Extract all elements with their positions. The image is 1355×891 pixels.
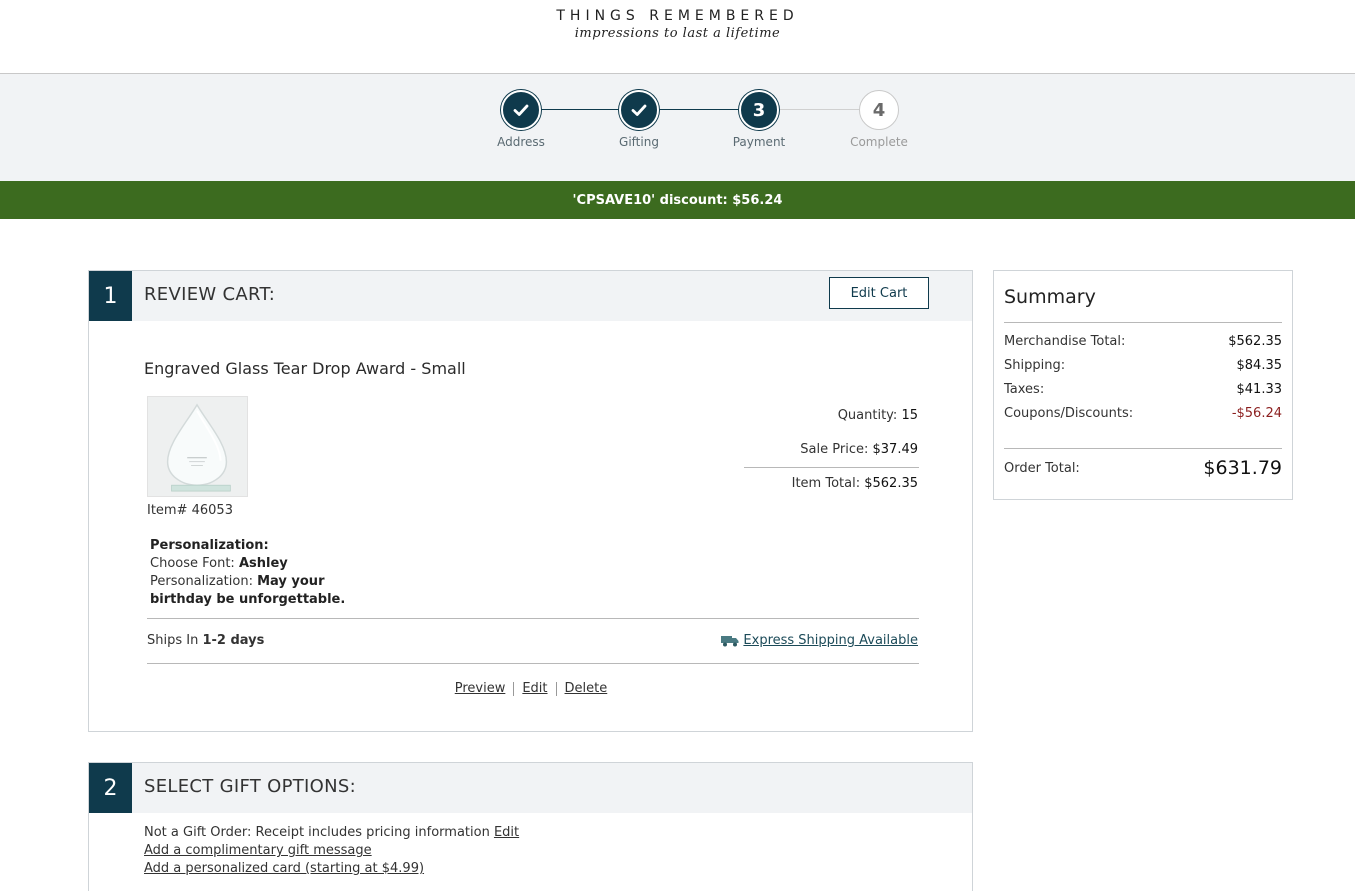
order-total-row: Order Total: $631.79 [1004,457,1282,479]
ships-in-label: Ships In [147,633,199,648]
summary-value-discount: -$56.24 [1231,406,1282,421]
divider [147,618,919,619]
font-label: Choose Font: [150,556,235,571]
glass-award-icon [148,397,247,496]
step-label: Address [497,135,545,149]
section-number: 2 [89,763,132,813]
review-cart-section: 1 REVIEW CART: Edit Cart Engraved Glass … [88,270,973,732]
order-summary: Summary Merchandise Total: $562.35 Shipp… [993,270,1293,500]
ships-in-value: 1-2 days [202,633,265,648]
item-actions: Preview Edit Delete [89,681,973,696]
express-shipping-link[interactable]: Express Shipping Available [721,633,918,648]
express-shipping-label: Express Shipping Available [743,633,918,648]
section-header: 2 SELECT GIFT OPTIONS: [89,763,972,813]
personalized-card-row: Add a personalized card (starting at $4.… [144,861,424,876]
section-title: SELECT GIFT OPTIONS: [144,776,356,797]
brand-name: THINGS REMEMBERED [556,8,799,24]
quantity-value: 15 [901,408,918,423]
brand-tagline: impressions to last a lifetime [574,26,781,41]
personalized-card-link[interactable]: Add a personalized card (starting at $4.… [144,861,424,876]
summary-row-shipping: Shipping: $84.35 [1004,358,1282,373]
not-gift-text: Not a Gift Order: Receipt includes prici… [144,825,490,840]
section-number: 1 [89,271,132,321]
step-label: Gifting [619,135,659,149]
summary-title: Summary [1004,286,1096,308]
step-label: Complete [850,135,908,149]
section-header: 1 REVIEW CART: Edit Cart [89,271,972,321]
order-total-value: $631.79 [1203,457,1282,479]
delete-link[interactable]: Delete [557,681,616,696]
summary-value: $41.33 [1236,382,1283,397]
step-payment: 3 Payment [719,90,799,149]
sale-price-value: $37.49 [872,442,919,457]
personalization-heading: Personalization: [150,538,269,553]
summary-row-taxes: Taxes: $41.33 [1004,382,1282,397]
gift-message-row: Add a complimentary gift message [144,843,372,858]
item-number: Item# 46053 [147,503,233,518]
check-icon [619,90,659,130]
not-gift-order: Not a Gift Order: Receipt includes prici… [144,825,519,840]
product-name[interactable]: Engraved Glass Tear Drop Award - Small [144,359,466,378]
sale-price-row: Sale Price: $37.49 [800,442,918,457]
truck-icon [721,635,739,646]
product-image[interactable] [147,396,248,497]
divider [1004,448,1282,449]
summary-value: $84.35 [1236,358,1283,373]
item-total-value: $562.35 [864,476,918,491]
order-total-label: Order Total: [1004,460,1080,476]
step-address[interactable]: Address [481,90,561,149]
summary-label: Taxes: [1004,382,1045,397]
gift-edit-link[interactable]: Edit [494,825,519,840]
quantity-label: Quantity: [837,408,898,423]
summary-value: $562.35 [1228,334,1282,349]
checkout-progress: Address Gifting 3 Payment 4 Complete [0,74,1355,181]
font-value: Ashley [238,556,288,571]
preview-link[interactable]: Preview [447,681,514,696]
site-header: THINGS REMEMBERED impressions to last a … [0,0,1355,74]
section-title: REVIEW CART: [144,284,276,305]
summary-label: Coupons/Discounts: [1004,406,1134,421]
edit-cart-button[interactable]: Edit Cart [829,277,929,309]
quantity-row: Quantity: 15 [838,408,918,423]
step-label: Payment [732,135,786,149]
brand-logo[interactable]: THINGS REMEMBERED impressions to last a … [0,8,1355,41]
summary-label: Shipping: [1004,358,1066,373]
sale-price-label: Sale Price: [800,442,869,457]
promo-banner: 'CPSAVE10' discount: $56.24 [0,181,1355,219]
divider [744,467,919,468]
summary-row-merchandise: Merchandise Total: $562.35 [1004,334,1282,349]
gift-message-link[interactable]: Add a complimentary gift message [144,843,372,858]
summary-label: Merchandise Total: [1004,334,1126,349]
personalization-block: Personalization: Choose Font: Ashley Per… [150,537,390,609]
gift-options-section: 2 SELECT GIFT OPTIONS: Not a Gift Order:… [88,762,973,891]
divider [147,663,919,664]
edit-link[interactable]: Edit [514,681,555,696]
step-complete: 4 Complete [839,90,919,149]
summary-row-discounts: Coupons/Discounts: -$56.24 [1004,406,1282,421]
ships-in: Ships In 1-2 days [147,633,264,648]
step-number: 4 [859,90,899,130]
divider [1004,322,1282,323]
item-total-row: Item Total: $562.35 [792,476,918,491]
step-gifting[interactable]: Gifting [599,90,679,149]
item-total-label: Item Total: [791,476,861,491]
step-number: 3 [739,90,779,130]
check-icon [501,90,541,130]
personalization-label: Personalization: [150,574,253,589]
